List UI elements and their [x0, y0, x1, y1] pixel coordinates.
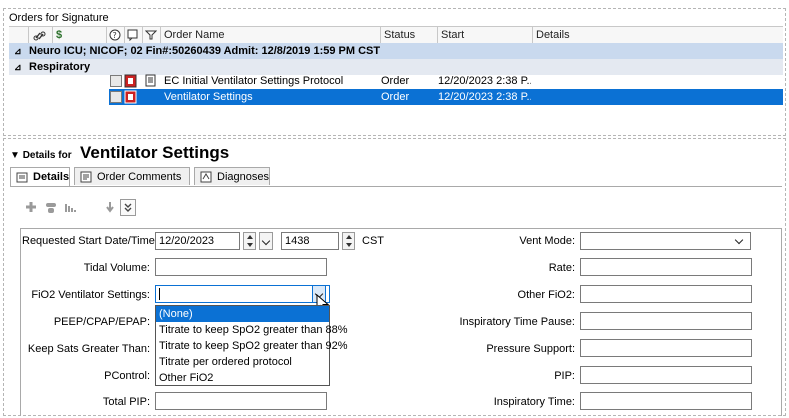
header-blank [9, 27, 29, 43]
order-checkbox[interactable] [110, 91, 122, 103]
order-name: EC Initial Ventilator Settings Protocol [164, 75, 344, 87]
date-spinner[interactable] [243, 232, 256, 250]
header-details[interactable]: Details [533, 27, 783, 43]
expand-button[interactable] [120, 199, 136, 216]
details-header[interactable]: ▼ Details for [10, 148, 72, 164]
fio2-dropdown-list: (None) Titrate to keep SpO2 greater than… [155, 305, 348, 386]
order-name: Ventilator Settings [164, 91, 253, 103]
chart-icon[interactable] [64, 200, 78, 214]
fio2-settings-select[interactable] [155, 285, 330, 303]
total-pip-label: Total PIP: [102, 396, 150, 408]
tab-label: Details [33, 171, 70, 183]
peep-label: PEEP/CPAP/EPAP: [53, 316, 150, 328]
header-filter-icon[interactable] [143, 27, 161, 43]
order-details [534, 89, 774, 105]
order-status: Order [381, 91, 410, 103]
order-start: 12/20/2023 2:38 P... [438, 91, 531, 103]
order-checkbox[interactable] [110, 75, 122, 87]
date-dropdown-button[interactable] [259, 232, 273, 250]
insp-time-input[interactable] [580, 392, 752, 410]
tab-order-comments[interactable]: Order Comments [74, 167, 190, 185]
pip-label: PIP: [554, 370, 575, 382]
total-pip-input[interactable] [155, 392, 327, 410]
order-flag-icon [124, 90, 137, 104]
text-cursor [159, 288, 160, 300]
details-title: Ventilator Settings [80, 143, 230, 162]
tidal-volume-input[interactable] [155, 258, 327, 276]
rate-input[interactable] [580, 258, 752, 276]
header-help-icon[interactable]: ? [107, 27, 125, 43]
order-status: Order [381, 75, 410, 87]
pip-input[interactable] [580, 366, 752, 384]
chevron-down-icon [261, 236, 271, 246]
collapse-icon[interactable]: ⊿ [14, 43, 22, 59]
vent-mode-dropdown-button[interactable] [733, 232, 747, 250]
order-document-icon [145, 74, 156, 87]
chevron-down-icon [734, 235, 744, 245]
insp-time-label: Inspiratory Time: [493, 396, 575, 408]
orders-panel-title: Orders for Signature [9, 12, 109, 24]
tab-details[interactable]: Details [10, 167, 70, 186]
order-row-selected[interactable]: Ventilator Settings Order 12/20/2023 2:3… [109, 89, 783, 105]
move-down-icon[interactable] [104, 200, 116, 214]
order-flag-icon [124, 74, 137, 88]
insp-time-pause-label: Inspiratory Time Pause: [459, 316, 575, 328]
order-details [534, 73, 774, 89]
header-dollar-icon[interactable]: $ [53, 27, 107, 43]
details-for-label: Details for [22, 150, 72, 161]
pill-icon[interactable] [44, 200, 58, 214]
double-chevron-down-icon [124, 203, 132, 212]
header-note-icon[interactable] [125, 27, 143, 43]
requested-start-date-input[interactable]: 12/20/2023 [155, 232, 240, 250]
encounter-text: Neuro ICU; NICOF; 02 Fin#:50260439 Admit… [29, 45, 381, 57]
header-status[interactable]: Status [381, 27, 438, 43]
details-tab-icon [16, 172, 28, 183]
diagnoses-tab-icon [200, 171, 212, 183]
time-spinner[interactable] [342, 232, 355, 250]
collapse-arrow-icon[interactable]: ▼ [10, 150, 20, 161]
pressure-support-label: Pressure Support: [486, 343, 575, 355]
order-start: 12/20/2023 2:38 P... [438, 75, 531, 87]
tab-diagnoses[interactable]: Diagnoses [194, 167, 270, 185]
insp-time-pause-input[interactable] [580, 312, 752, 330]
tab-label: Order Comments [97, 171, 182, 183]
pressure-support-input[interactable] [580, 339, 752, 357]
fio2-option-92[interactable]: Titrate to keep SpO2 greater than 92% [156, 338, 348, 354]
vent-mode-select[interactable] [580, 232, 751, 250]
pcontrol-label: PControl: [104, 370, 150, 382]
order-row[interactable]: EC Initial Ventilator Settings Protocol … [9, 73, 783, 89]
tab-bar: Details Order Comments Diagnoses [10, 167, 782, 187]
tidal-volume-label: Tidal Volume: [83, 262, 150, 274]
svg-text:?: ? [113, 31, 117, 40]
requested-start-time-input[interactable]: 1438 [281, 232, 339, 250]
fio2-option-other[interactable]: Other FiO2 [156, 370, 329, 386]
header-link-icon[interactable] [29, 27, 53, 43]
other-fio2-label: Other FiO2: [517, 289, 575, 301]
header-start[interactable]: Start [438, 27, 533, 43]
encounter-row[interactable]: ⊿ Neuro ICU; NICOF; 02 Fin#:50260439 Adm… [9, 43, 783, 59]
vent-mode-label: Vent Mode: [519, 235, 575, 247]
keep-sats-label: Keep Sats Greater Than: [27, 343, 150, 355]
other-fio2-input[interactable] [580, 285, 752, 303]
comments-tab-icon [80, 171, 92, 183]
add-icon[interactable] [24, 200, 38, 214]
details-toolbar [24, 198, 144, 216]
fio2-option-protocol[interactable]: Titrate per ordered protocol [156, 354, 329, 370]
tab-label: Diagnoses [217, 171, 269, 183]
timezone-label: CST [362, 235, 384, 247]
fio2-option-none[interactable]: (None) [156, 306, 329, 322]
orders-table-header: $ ? Order Name Status Start Details [9, 26, 783, 44]
header-order-name[interactable]: Order Name [161, 27, 381, 43]
fio2-option-88[interactable]: Titrate to keep SpO2 greater than 88% [156, 322, 348, 338]
requested-start-label: Requested Start Date/Time: [22, 235, 158, 247]
fio2-settings-label: FiO2 Ventilator Settings: [31, 289, 150, 301]
rate-label: Rate: [548, 262, 575, 274]
